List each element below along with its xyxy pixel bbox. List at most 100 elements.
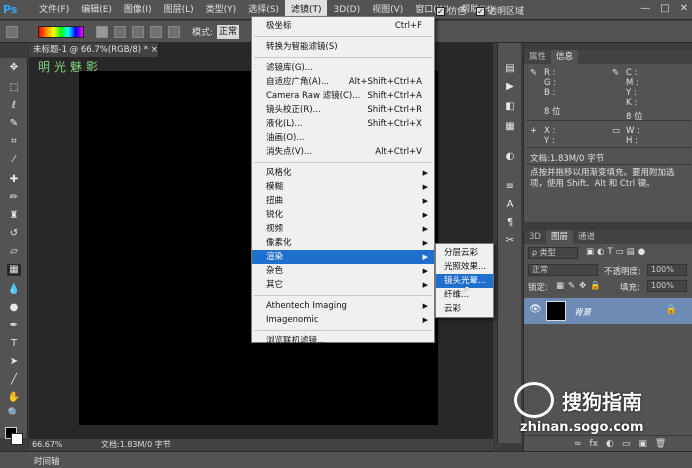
type-tool-icon[interactable]: T bbox=[7, 338, 21, 350]
tool-presets-icon[interactable]: ✂ bbox=[503, 235, 517, 247]
tab-properties[interactable]: 属性 bbox=[524, 50, 551, 64]
filter-menu-item[interactable]: 自适应广角(A)... Alt+Shift+Ctrl+A bbox=[252, 75, 434, 89]
history-panel-icon[interactable]: ▤ bbox=[503, 63, 517, 75]
quick-select-tool-icon[interactable]: ✎ bbox=[7, 118, 21, 130]
paragraph-mark-icon[interactable]: ¶ bbox=[503, 217, 517, 229]
fill-input[interactable]: 100% bbox=[647, 280, 687, 292]
filter-menu-item[interactable]: 风格化 ▶ bbox=[252, 166, 434, 180]
filter-menu-item[interactable]: Camera Raw 滤镜(C)... Shift+Ctrl+A bbox=[252, 89, 434, 103]
gradient-tool-preset-icon[interactable] bbox=[6, 25, 18, 38]
maximize-icon[interactable]: □ bbox=[660, 3, 669, 14]
angle-gradient-icon[interactable] bbox=[132, 25, 144, 38]
filter-menu-item-shortcut: Shift+Ctrl+R bbox=[367, 105, 422, 115]
visibility-eye-icon[interactable]: 👁 bbox=[529, 304, 542, 315]
document-tab-close-icon[interactable]: × bbox=[151, 45, 158, 55]
background-color-swatch[interactable] bbox=[11, 433, 23, 445]
character-panel-icon[interactable]: A bbox=[503, 199, 517, 211]
filter-menu-item[interactable]: 镜头校正(R)... Shift+Ctrl+R bbox=[252, 103, 434, 117]
tab-info[interactable]: 信息 bbox=[551, 50, 579, 64]
filter-menu-item[interactable]: 浏览联机滤镜... bbox=[252, 334, 434, 348]
brush-tool-icon[interactable]: ✏ bbox=[7, 192, 21, 204]
info-panel: 属性 信息 ✎ R : G : B : ✎ C : M : Y : K : 8 … bbox=[523, 50, 692, 222]
filter-menu-item[interactable]: 模糊 ▶ bbox=[252, 180, 434, 194]
filter-menu-item[interactable]: 滤镜库(G)... bbox=[252, 61, 434, 75]
document-tab[interactable]: 未标题-1 @ 66.7%(RGB/8) * × bbox=[29, 43, 159, 57]
filter-menu-item[interactable]: 视频 ▶ bbox=[252, 222, 434, 236]
reflected-gradient-icon[interactable] bbox=[150, 25, 162, 38]
clone-stamp-tool-icon[interactable]: ♜ bbox=[7, 210, 21, 222]
render-submenu-item[interactable]: 光照效果... bbox=[436, 260, 493, 274]
opacity-input[interactable]: 100% bbox=[647, 264, 687, 276]
paragraph-panel-icon[interactable]: ≡ bbox=[503, 181, 517, 193]
menu-layer[interactable]: 图层(L) bbox=[158, 0, 200, 20]
transparency-checkbox[interactable]: ✓ bbox=[476, 7, 486, 16]
filter-menu-item[interactable]: 液化(L)... Shift+Ctrl+X bbox=[252, 117, 434, 131]
filter-menu-item[interactable]: 极坐标 Ctrl+F bbox=[252, 19, 434, 33]
filter-menu-item[interactable]: 像素化 ▶ bbox=[252, 236, 434, 250]
render-submenu: 分层云彩 光照效果... 镜头光晕... 纤维... 云彩 bbox=[435, 243, 494, 318]
render-submenu-item[interactable]: 分层云彩 bbox=[436, 246, 493, 260]
filter-menu-item[interactable]: 渲染 ▶ bbox=[252, 250, 434, 264]
filter-menu-item[interactable]: 杂色 ▶ bbox=[252, 264, 434, 278]
dodge-tool-icon[interactable]: ● bbox=[7, 302, 21, 314]
dither-checkbox[interactable]: ✓ bbox=[436, 7, 445, 16]
layer-filter-icons[interactable]: ▣◐T▭▤● bbox=[586, 247, 648, 257]
transparency-option[interactable]: ✓ 透明区域 bbox=[476, 4, 524, 17]
gradient-swatch[interactable] bbox=[38, 25, 84, 38]
layer-row-background[interactable]: 👁 背景 🔒 bbox=[524, 298, 692, 324]
layer-kind-filter[interactable]: ρ 类型 bbox=[528, 247, 578, 259]
pen-tool-icon[interactable]: ✒ bbox=[7, 320, 21, 332]
zoom-level[interactable]: 66.67% bbox=[32, 439, 63, 450]
timeline-panel[interactable]: 时间轴 bbox=[0, 451, 692, 468]
menu-image[interactable]: 图像(I) bbox=[118, 0, 158, 20]
c-label: C : bbox=[626, 68, 638, 78]
eyedropper-tool-icon[interactable]: ⁄ bbox=[7, 154, 21, 166]
tab-channels[interactable]: 通道 bbox=[573, 230, 600, 244]
eraser-tool-icon[interactable]: ▱ bbox=[7, 246, 21, 258]
linear-gradient-icon[interactable] bbox=[96, 25, 108, 38]
render-submenu-item[interactable]: 云彩 bbox=[436, 302, 493, 316]
filter-menu-item[interactable]: 锐化 ▶ bbox=[252, 208, 434, 222]
sogou-watermark: 搜狗指南 zhinan.sogo.com bbox=[512, 380, 692, 450]
blur-tool-icon[interactable]: 💧 bbox=[7, 284, 21, 296]
filter-menu-item[interactable]: 转换为智能滤镜(S) bbox=[252, 40, 434, 54]
menu-file[interactable]: 文件(F) bbox=[33, 0, 75, 20]
filter-menu-item[interactable]: 扭曲 ▶ bbox=[252, 194, 434, 208]
lasso-tool-icon[interactable]: ℓ bbox=[7, 100, 21, 112]
diamond-gradient-icon[interactable] bbox=[168, 25, 180, 38]
crop-tool-icon[interactable]: ⌗ bbox=[7, 136, 21, 148]
mode-select[interactable]: 正常 bbox=[217, 24, 240, 39]
history-brush-tool-icon[interactable]: ↺ bbox=[7, 228, 21, 240]
color-panel-icon[interactable]: ◧ bbox=[503, 101, 517, 113]
submenu-arrow-icon: ▶ bbox=[422, 225, 428, 233]
h-label: H : bbox=[626, 136, 638, 146]
play-action-icon[interactable]: ▶ bbox=[503, 81, 517, 93]
tab-layers[interactable]: 图层 bbox=[545, 230, 573, 244]
menu-edit[interactable]: 编辑(E) bbox=[75, 0, 118, 20]
filter-menu-item[interactable]: Imagenomic ▶ bbox=[252, 313, 434, 327]
path-select-tool-icon[interactable]: ➤ bbox=[7, 356, 21, 368]
lock-icons[interactable]: ▦✎✥🔒 bbox=[556, 281, 605, 291]
filter-menu-item[interactable]: 其它 ▶ bbox=[252, 278, 434, 292]
swatches-panel-icon[interactable]: ▦ bbox=[503, 121, 517, 133]
shape-tool-icon[interactable]: ╱ bbox=[7, 374, 21, 386]
minimize-icon[interactable]: — bbox=[640, 3, 650, 14]
tab-3d[interactable]: 3D bbox=[524, 230, 546, 244]
filter-menu-item[interactable]: 油画(O)... bbox=[252, 131, 434, 145]
radial-gradient-icon[interactable] bbox=[114, 25, 126, 38]
zoom-tool-icon[interactable]: 🔍 bbox=[7, 408, 21, 420]
healing-tool-icon[interactable]: ✚ bbox=[7, 174, 21, 186]
layer-name[interactable]: 背景 bbox=[574, 306, 591, 318]
filter-menu-item[interactable]: Athentech Imaging ▶ bbox=[252, 299, 434, 313]
dither-option[interactable]: ✓ 仿色 bbox=[436, 4, 466, 17]
close-icon[interactable]: ✕ bbox=[680, 3, 688, 14]
hand-tool-icon[interactable]: ✋ bbox=[7, 392, 21, 404]
blend-mode-select[interactable]: 正常 bbox=[528, 264, 598, 276]
move-tool-icon[interactable]: ✥ bbox=[7, 62, 21, 74]
r-label: R : bbox=[544, 68, 556, 78]
gradient-tool-icon[interactable]: ▦ bbox=[7, 264, 21, 276]
filter-menu-item[interactable]: 消失点(V)... Alt+Ctrl+V bbox=[252, 145, 434, 159]
menu-type[interactable]: 类型(Y) bbox=[200, 0, 243, 20]
marquee-tool-icon[interactable]: ⬚ bbox=[7, 82, 21, 94]
adjustments-panel-icon[interactable]: ◐ bbox=[503, 151, 517, 163]
